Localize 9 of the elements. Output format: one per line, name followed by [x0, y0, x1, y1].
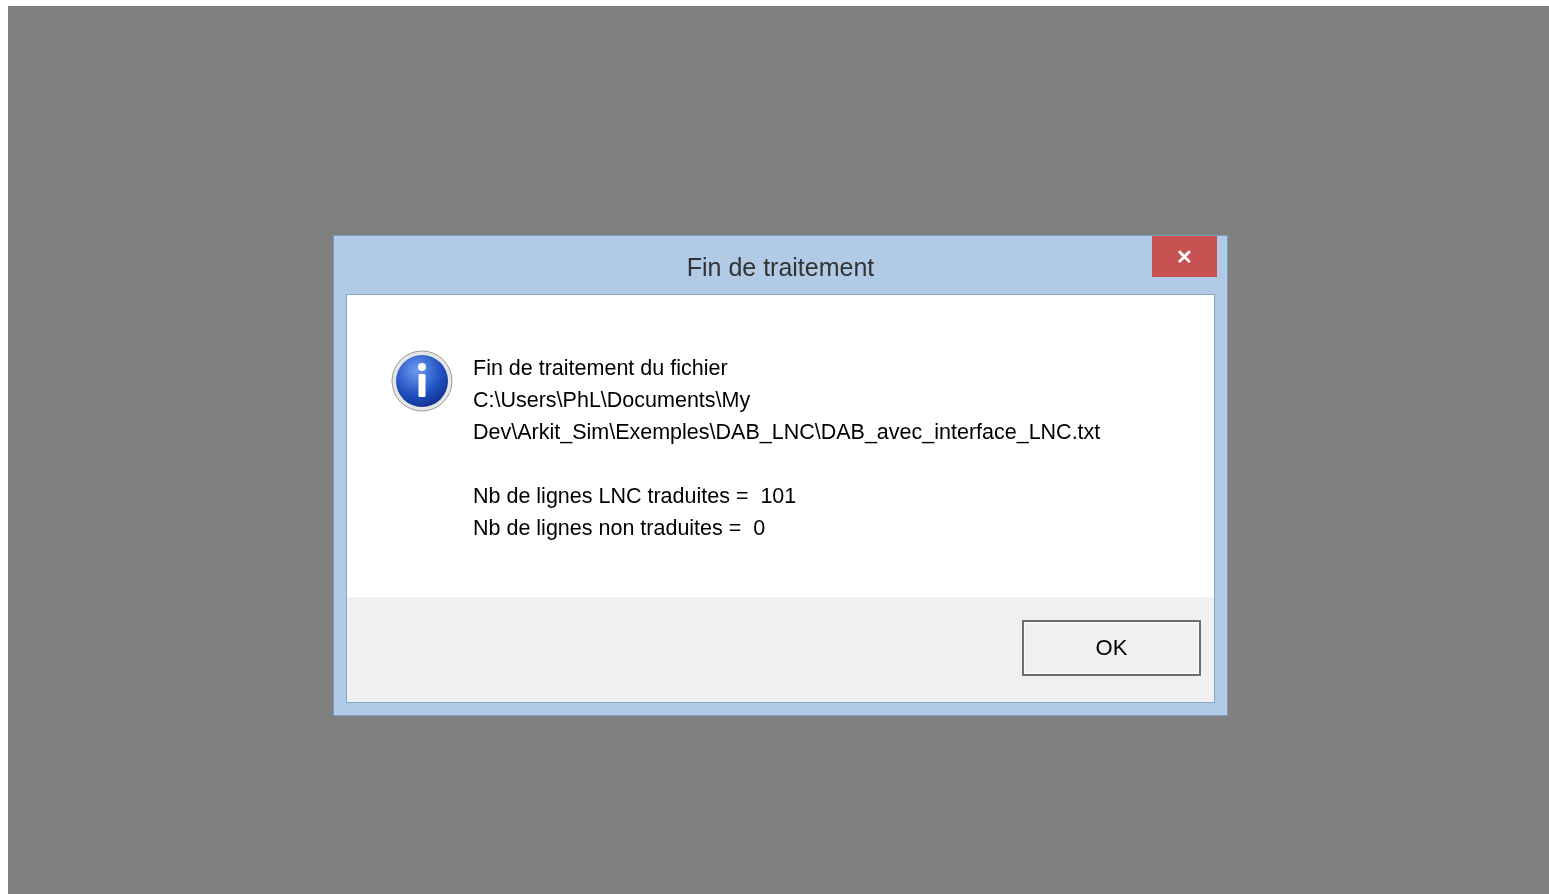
message-text: Nb de lignes non traduites = 0 — [473, 515, 767, 542]
message-text: Fin de traitement du fichier — [473, 355, 729, 382]
close-button[interactable]: ✕ — [1152, 236, 1217, 277]
ok-button[interactable]: OK — [1022, 619, 1201, 676]
message-text: C:\Users\PhL\Documents\My — [473, 387, 752, 414]
window-title: Fin de traitement — [686, 252, 875, 282]
information-icon — [391, 350, 453, 412]
message-text: Dev\Arkit_Sim\Exemples\DAB_LNC\DAB_avec_interface_LNC.txt — [473, 419, 1101, 446]
message-text: Nb de lignes LNC traduites = 101 — [473, 483, 798, 510]
